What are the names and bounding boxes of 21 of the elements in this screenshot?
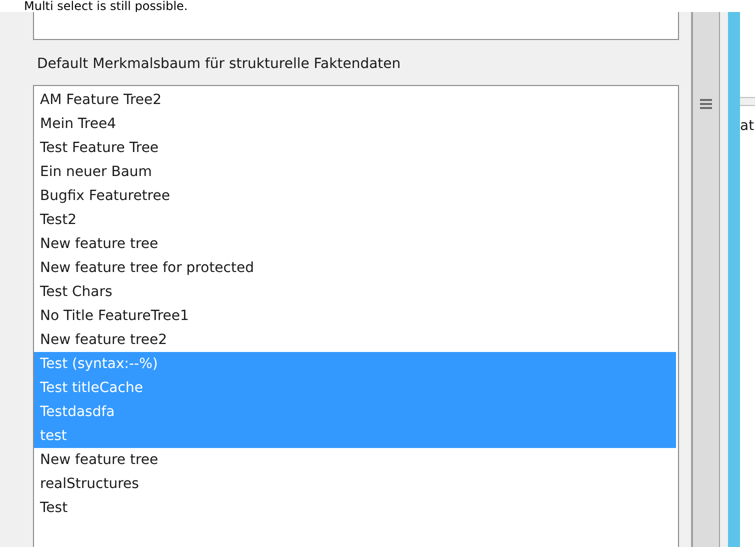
list-item[interactable]: Mein Tree4: [34, 112, 676, 136]
list-item[interactable]: Test2: [34, 208, 676, 232]
list-item[interactable]: New feature tree2: [34, 328, 676, 352]
list-item[interactable]: Ein neuer Baum: [34, 160, 676, 184]
list-item[interactable]: AM Feature Tree2: [34, 88, 676, 112]
list-item[interactable]: Test Feature Tree: [34, 136, 676, 160]
list-item[interactable]: New feature tree for protected: [34, 256, 676, 280]
list-label: Default Merkmalsbaum für strukturelle Faktendaten: [36, 55, 402, 74]
list-item[interactable]: New feature tree: [34, 448, 676, 472]
splitter-handle[interactable]: [692, 12, 720, 547]
list-item[interactable]: New feature tree: [34, 232, 676, 256]
list-item[interactable]: Test Chars: [34, 280, 676, 304]
list-item[interactable]: No Title FeatureTree1: [34, 304, 676, 328]
feature-tree-list[interactable]: [33, 85, 679, 547]
grip-icon: [700, 98, 712, 110]
list-item[interactable]: Test: [34, 496, 676, 520]
note-text: Multi select is still possible.: [23, 0, 189, 12]
editor-text: at: [740, 117, 755, 136]
list-item[interactable]: Bugfix Featuretree: [34, 184, 676, 208]
text-area[interactable]: [33, 12, 679, 40]
list-item[interactable]: realStructures: [34, 472, 676, 496]
